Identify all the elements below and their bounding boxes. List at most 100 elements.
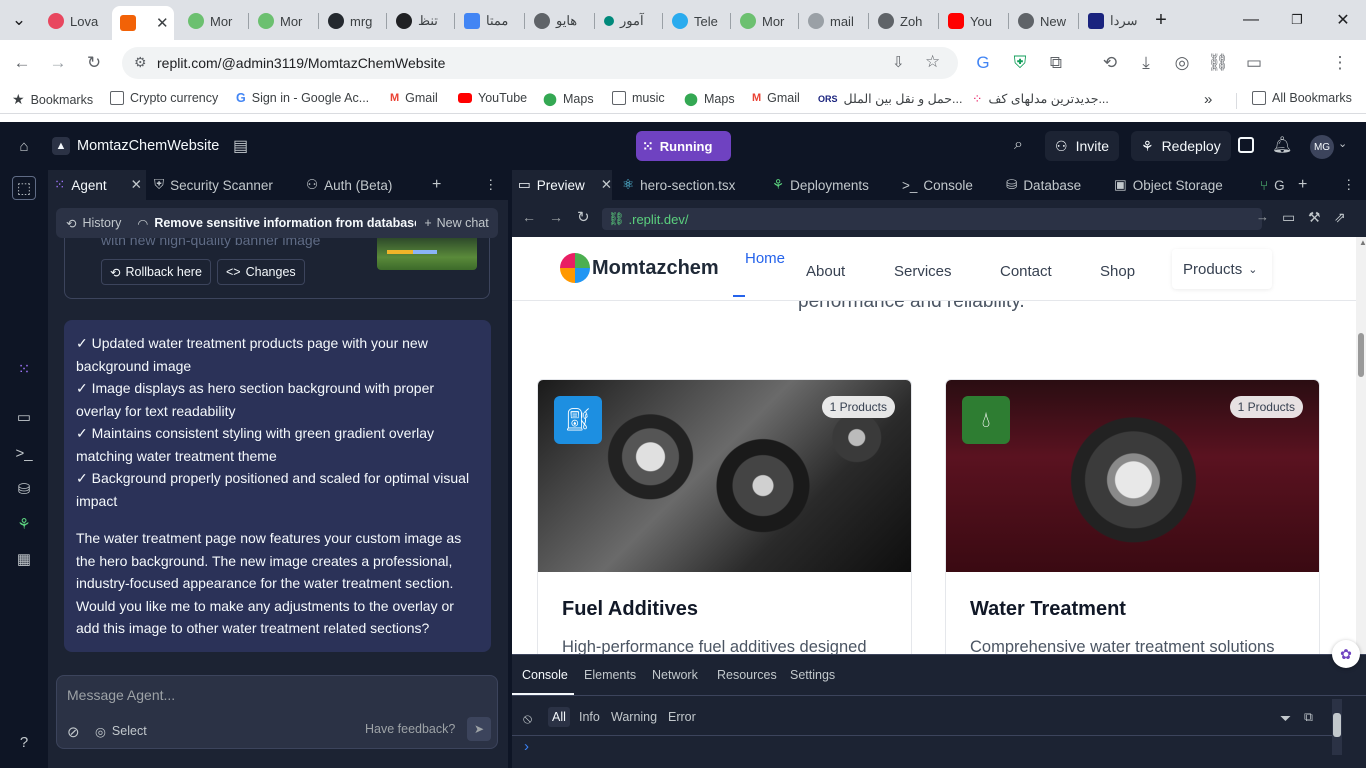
browser-tab[interactable]: New [1010, 8, 1076, 34]
forward-icon[interactable]: → [549, 209, 563, 225]
agent-icon[interactable]: ⁙ [14, 359, 34, 379]
console-prompt-icon[interactable]: › [524, 738, 529, 755]
devtools-wrench-icon[interactable]: ⚒ [1308, 209, 1321, 226]
nav-shop[interactable]: Shop [1100, 263, 1135, 280]
site-logo-text[interactable]: Momtazchem [592, 257, 719, 280]
tab-security-scanner[interactable]: ⛨ Security Scanner [148, 170, 279, 200]
bookmark-item[interactable]: M Gmail [752, 91, 800, 105]
bookmark-folder[interactable]: music [612, 91, 665, 105]
scrollbar-thumb[interactable] [1358, 333, 1364, 377]
console-icon[interactable]: >_ [14, 443, 34, 463]
new-tab-plus-icon[interactable]: + [1292, 170, 1313, 200]
new-tab-plus-icon[interactable]: + [426, 170, 447, 200]
tab-agent[interactable]: ⁙ Agent ✕ [48, 170, 146, 200]
close-tab-icon[interactable]: ✕ [156, 14, 169, 32]
console-tab-resources[interactable]: Resources [717, 655, 777, 695]
go-arrow-icon[interactable]: → [1256, 209, 1269, 224]
bookmark-item[interactable]: ⬤ Maps [543, 91, 594, 107]
invite-button[interactable]: ⚇ Invite [1045, 131, 1120, 161]
tab-hero-section[interactable]: ⚛ hero-section.tsx [616, 170, 741, 200]
filter-all[interactable]: All [548, 707, 570, 727]
browser-tab[interactable]: آمور [596, 8, 660, 34]
bookmark-item[interactable]: ORS حمل و نقل بین الملل... [818, 91, 962, 106]
attach-paperclip-icon[interactable]: ⊘ [67, 723, 80, 741]
momtazchem-logo-icon[interactable] [560, 253, 590, 283]
tab-auth-beta[interactable]: ⚇ Auth (Beta) [300, 170, 398, 200]
filter-info[interactable]: Info [579, 710, 600, 724]
browser-tab[interactable]: You [940, 8, 1006, 34]
forward-icon[interactable]: → [43, 48, 73, 78]
bookmark-item[interactable]: ⬤ Maps [684, 91, 735, 107]
tab-database[interactable]: ⛁ Database [1000, 170, 1087, 200]
browser-tab[interactable]: Tele [664, 8, 728, 34]
banner-thumbnail[interactable] [377, 238, 477, 270]
translate-extension-icon[interactable]: G [968, 48, 998, 78]
nav-products-dropdown[interactable]: Products ⌄ [1172, 249, 1272, 289]
notifications-bell-icon[interactable]: 🔔︎ [1272, 135, 1292, 155]
select-button[interactable]: ◎ Select [95, 724, 147, 739]
browser-tab[interactable]: ممتا [456, 8, 522, 34]
console-tab-network[interactable]: Network [652, 655, 698, 695]
new-chat-button[interactable]: New chat [437, 216, 489, 230]
browser-tab[interactable]: mrg [320, 8, 384, 34]
filter-funnel-icon[interactable]: ⏷ [1280, 710, 1291, 727]
deployments-icon[interactable]: ⚘ [14, 514, 34, 534]
tab-search-chevron-icon[interactable]: ⌄ [4, 5, 34, 35]
bookmark-item[interactable]: YouTube [458, 91, 527, 105]
workspace-menu-icon[interactable]: ▤ [233, 136, 248, 156]
filter-warning[interactable]: Warning [611, 710, 657, 724]
message-agent-input[interactable]: Message Agent... ⊘ ◎ Select Have feedback… [56, 675, 498, 749]
chrome-menu-icon[interactable]: ⋮ [1325, 48, 1355, 78]
console-tab-settings[interactable]: Settings [790, 655, 835, 695]
nav-about[interactable]: About [806, 263, 845, 280]
user-avatar[interactable]: MG [1310, 135, 1334, 159]
all-tools-grid-icon[interactable]: ▦ [14, 549, 34, 569]
open-new-window-icon[interactable]: ⇗ [1334, 209, 1346, 226]
browser-tab[interactable]: Lova [40, 8, 108, 34]
nav-contact[interactable]: Contact [1000, 263, 1052, 280]
more-options-icon[interactable]: ⋮ [1336, 170, 1362, 200]
redeploy-button[interactable]: ⚘ Redeploy [1131, 131, 1231, 161]
shield-extension-icon[interactable]: ⛨ [1005, 48, 1035, 78]
chevron-down-icon[interactable]: ⌄ [1338, 137, 1347, 150]
url-text[interactable]: replit.com/@admin3119/MomtazChemWebsite [157, 55, 445, 71]
more-options-icon[interactable]: ⋮ [478, 170, 504, 200]
history-button[interactable]: History [82, 216, 121, 230]
bookmark-item[interactable]: G Sign in - Google Ac... [236, 91, 369, 105]
screenshot-icon[interactable]: ◎ [1167, 48, 1197, 78]
all-bookmarks-folder[interactable]: All Bookmarks [1252, 91, 1352, 105]
preview-url-bar[interactable]: ⛓ .replit.dev/ [602, 208, 1262, 230]
database-icon[interactable]: ⛁ [14, 479, 34, 499]
bookmark-item[interactable]: ★ Bookmarks [12, 91, 93, 108]
site-info-icon[interactable]: ⚙ [134, 54, 147, 71]
reading-mode-icon[interactable]: ▭ [1239, 48, 1269, 78]
copy-icon[interactable]: ⧉ [1304, 710, 1313, 725]
select-element-icon[interactable]: ⬚ [12, 176, 36, 200]
address-bar[interactable]: ⚙ replit.com/@admin3119/MomtazChemWebsit… [122, 47, 958, 79]
more-bookmarks-icon[interactable]: » [1204, 91, 1212, 108]
history-icon[interactable]: ⟲ [1095, 48, 1125, 78]
extensions-puzzle-icon[interactable]: ⧉ [1041, 48, 1071, 78]
help-icon[interactable]: ? [14, 732, 34, 752]
console-tab-console[interactable]: Console [522, 655, 568, 695]
feedback-link[interactable]: Have feedback? [365, 722, 455, 736]
home-icon[interactable]: ⌂ [14, 136, 34, 156]
reload-icon[interactable]: ↻ [577, 208, 590, 226]
nav-services[interactable]: Services [894, 263, 952, 280]
bookmark-item[interactable]: ⁘ جدیدترین مدلهای کف... [972, 91, 1109, 106]
install-app-icon[interactable]: ⇩ [892, 53, 905, 71]
bookmark-star-icon[interactable]: ☆ [925, 52, 940, 72]
tab-console[interactable]: >_ Console [896, 170, 979, 200]
rollback-button[interactable]: ⟲ Rollback here [101, 259, 211, 285]
chat-title[interactable]: Remove sensitive information from databa… [154, 216, 416, 230]
run-button[interactable]: ⁙ Running [636, 131, 731, 161]
bookmark-item[interactable]: M Gmail [390, 91, 438, 105]
back-icon[interactable]: ← [7, 48, 37, 78]
device-preview-icon[interactable]: ▭ [1282, 209, 1295, 226]
browser-tab[interactable]: هايو [526, 8, 592, 34]
filter-error[interactable]: Error [668, 710, 696, 724]
new-tab-plus-icon[interactable]: + [1146, 5, 1176, 35]
tab-object-storage[interactable]: ▣ Object Storage [1108, 170, 1229, 200]
back-icon[interactable]: ← [522, 209, 536, 225]
search-icon[interactable]: ⌕ [1014, 136, 1023, 154]
